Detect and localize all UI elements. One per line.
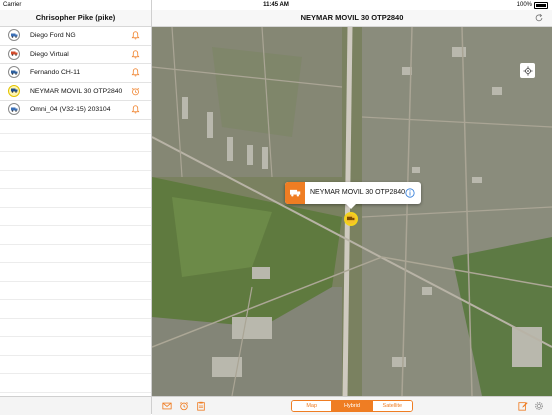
empty-list-rows xyxy=(0,115,151,393)
edit-icon[interactable] xyxy=(518,401,528,411)
bell-icon[interactable] xyxy=(131,49,140,59)
empty-row xyxy=(0,263,151,282)
empty-row xyxy=(0,134,151,152)
empty-row xyxy=(0,152,151,171)
info-icon[interactable] xyxy=(405,188,415,198)
locate-button[interactable] xyxy=(520,63,535,78)
bell-icon[interactable] xyxy=(131,31,140,40)
locate-icon xyxy=(522,65,533,76)
segment-satellite[interactable]: Satellite xyxy=(371,401,412,411)
empty-row xyxy=(0,189,151,208)
empty-row xyxy=(0,282,151,300)
refresh-icon[interactable] xyxy=(534,13,544,23)
vehicle-item-fernando-ch-11[interactable]: Fernando CH-11 xyxy=(0,64,151,83)
empty-row xyxy=(0,374,151,393)
clipboard-icon[interactable] xyxy=(196,401,206,411)
truck-icon xyxy=(8,29,20,41)
bell-icon[interactable] xyxy=(131,105,140,114)
truck-icon xyxy=(347,216,355,221)
gear-icon[interactable] xyxy=(534,401,544,411)
vehicle-label: Fernando CH-11 xyxy=(30,69,81,76)
vehicle-item-neymar-movil-30[interactable]: NEYMAR MOVIL 30 OTP2840 xyxy=(0,83,151,101)
vehicle-callout[interactable]: NEYMAR MOVIL 30 OTP2840 xyxy=(285,182,421,209)
mail-icon[interactable] xyxy=(162,401,172,411)
empty-row xyxy=(0,226,151,245)
map-toolbar: Map Hybrid Satellite xyxy=(152,396,552,415)
callout-title: NEYMAR MOVIL 30 OTP2840 xyxy=(310,189,406,196)
empty-row xyxy=(0,245,151,263)
map-header: NEYMAR MOVIL 30 OTP2840 xyxy=(152,10,552,27)
empty-row xyxy=(0,208,151,226)
empty-row xyxy=(0,319,151,337)
map-title: NEYMAR MOVIL 30 OTP2840 xyxy=(300,13,404,22)
segment-hybrid[interactable]: Hybrid xyxy=(331,401,372,411)
sidebar-toolbar xyxy=(0,396,151,415)
truck-icon xyxy=(8,47,20,60)
empty-row xyxy=(0,300,151,319)
vehicle-label: Diego Virtual xyxy=(30,50,69,58)
map-type-segmented-control: Map Hybrid Satellite xyxy=(291,400,413,412)
battery-percent: 100% xyxy=(516,2,532,8)
callout-truck-icon xyxy=(285,182,305,204)
vehicle-label: NEYMAR MOVIL 30 OTP2840 xyxy=(30,87,123,95)
empty-row xyxy=(0,171,151,189)
alarm-clock-icon[interactable] xyxy=(179,401,189,411)
truck-icon xyxy=(8,84,20,97)
alarm-clock-icon[interactable] xyxy=(131,87,140,96)
truck-icon xyxy=(8,103,20,115)
empty-row xyxy=(0,337,151,356)
sidebar-title: Chrisopher Pike (pike) xyxy=(0,10,151,27)
vehicle-item-diego-ford-ng[interactable]: Diego Ford NG xyxy=(0,27,151,46)
empty-row xyxy=(0,356,151,374)
vehicle-item-diego-virtual[interactable]: Diego Virtual xyxy=(0,46,151,64)
truck-icon xyxy=(8,66,20,78)
empty-row xyxy=(0,115,151,134)
clock: 11:45 AM xyxy=(263,2,289,8)
vehicle-sidebar: Chrisopher Pike (pike) Diego Ford NG Die… xyxy=(0,0,152,414)
vehicle-label: Diego Ford NG xyxy=(30,32,76,39)
segment-map[interactable]: Map xyxy=(292,401,332,411)
vehicle-list: Diego Ford NG Diego Virtual Fernando CH-… xyxy=(0,27,151,120)
status-bar: Carrier 11:45 AM 100% xyxy=(0,0,552,10)
bell-icon[interactable] xyxy=(131,68,140,77)
callout-pointer xyxy=(346,204,356,209)
map-view[interactable]: NEYMAR MOVIL 30 OTP2840 xyxy=(152,27,552,396)
battery-indicator: 100% xyxy=(517,0,548,10)
vehicle-map-marker[interactable] xyxy=(344,212,358,226)
battery-icon xyxy=(534,1,548,9)
